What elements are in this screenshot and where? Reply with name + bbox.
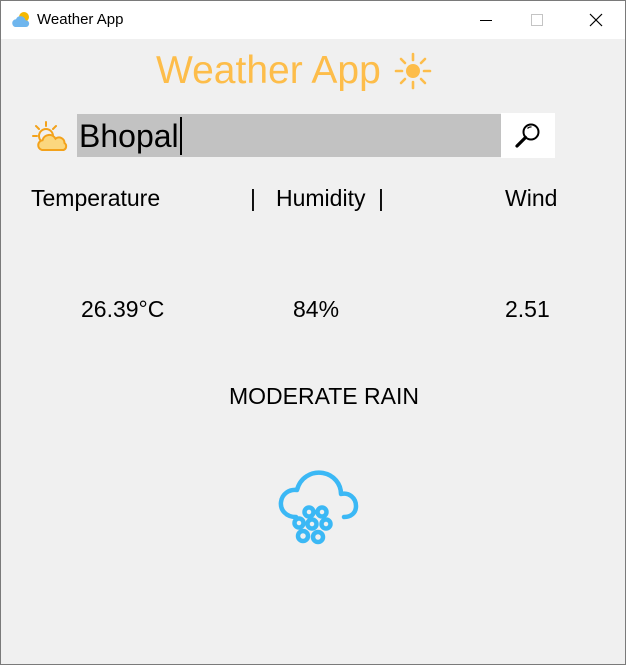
wind-label: Wind	[505, 185, 558, 211]
maximize-icon	[531, 14, 543, 26]
temperature-value: 26.39°C	[81, 296, 165, 322]
humidity-value: 84%	[293, 296, 340, 322]
app-content: Weather App Bhopal Temperature | Humidit…	[1, 39, 625, 664]
city-search-input[interactable]: Bhopal	[77, 114, 501, 157]
close-button[interactable]	[573, 1, 619, 39]
maximize-button[interactable]	[514, 1, 560, 39]
sun-icon	[394, 52, 432, 90]
window-title: Weather App	[37, 11, 124, 28]
title-bar[interactable]: Weather App	[1, 1, 625, 39]
weather-app-icon	[12, 12, 30, 27]
label-separator: |	[378, 185, 384, 211]
city-input-value: Bhopal	[79, 117, 179, 154]
magnifier-icon	[515, 123, 540, 148]
temperature-label: Temperature	[31, 185, 161, 211]
app-window: Weather App Weather App Bhopal Temperatu…	[0, 0, 626, 665]
weather-condition: MODERATE RAIN	[229, 383, 419, 409]
text-caret	[179, 116, 182, 155]
minimize-icon	[480, 20, 492, 21]
rain-cloud-icon	[278, 470, 359, 545]
humidity-label: Humidity	[276, 185, 366, 211]
minimize-button[interactable]	[463, 1, 509, 39]
label-separator: |	[250, 185, 256, 211]
app-heading: Weather App	[156, 49, 381, 92]
close-icon	[589, 13, 603, 27]
search-button[interactable]	[501, 113, 555, 158]
wind-value: 2.51	[505, 296, 550, 322]
sun-cloud-icon	[32, 121, 68, 151]
